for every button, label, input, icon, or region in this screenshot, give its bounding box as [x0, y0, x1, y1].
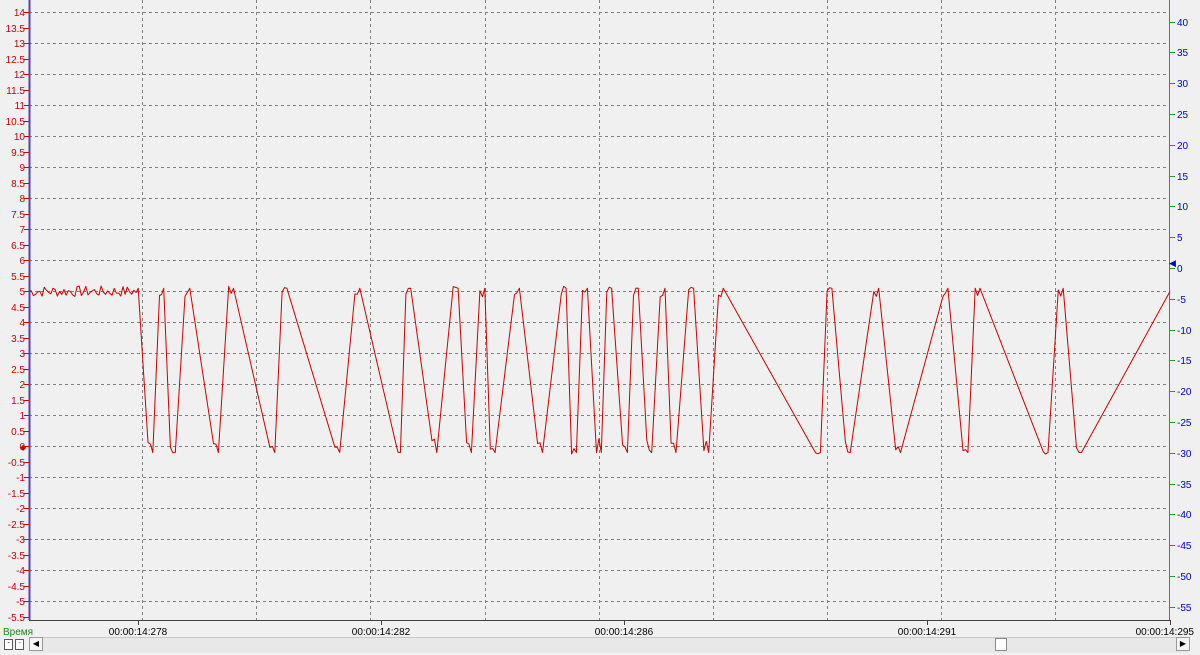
left-tick-label: 3.5: [11, 334, 25, 345]
right-tick-label: -15: [1177, 356, 1192, 367]
left-tick-label: 14: [14, 8, 26, 19]
left-tick-label: -5.5: [8, 613, 26, 624]
left-tick-label: 11.5: [6, 86, 25, 97]
left-tick-label: -0.5: [8, 458, 26, 469]
left-tick-label: 10.5: [6, 117, 26, 128]
right-tick-label: -55: [1177, 603, 1192, 614]
right-tick-label: -30: [1177, 449, 1192, 460]
left-tick-label: 1.5: [11, 396, 25, 407]
left-tick-label: 3: [19, 349, 25, 360]
left-tick-label: 6: [19, 256, 25, 267]
left-tick-label: 5: [19, 287, 25, 298]
right-tick-label: -35: [1177, 480, 1192, 491]
right-zero-marker-icon[interactable]: ◀: [1169, 258, 1176, 268]
left-tick-label: -2.5: [8, 520, 26, 531]
right-tick-label: 15: [1177, 172, 1189, 183]
zoom-out-button[interactable]: -: [4, 639, 13, 650]
left-tick-label: -1.5: [8, 489, 26, 500]
right-tick-label: -20: [1177, 387, 1192, 398]
left-tick-label: 9.5: [11, 148, 25, 159]
left-tick-label: -4.5: [8, 582, 26, 593]
left-tick-label: -2: [16, 504, 25, 515]
left-tick-label: 8: [19, 194, 25, 205]
time-axis-ticks: 00:00:14:278 00:00:14:282 00:00:14:286 00:0…: [109, 620, 1194, 638]
right-tick-label: 35: [1177, 48, 1189, 59]
left-axis-ticks: 1413.51312.51211.51110.5109.598.587.576.…: [6, 8, 29, 624]
left-tick-label: 1: [19, 411, 25, 422]
right-tick-label: 40: [1177, 18, 1189, 29]
scrollbar-thumb[interactable]: [995, 638, 1007, 651]
left-tick-label: 10: [14, 132, 26, 143]
right-tick-label: 10: [1177, 202, 1189, 213]
left-tick-label: -3.5: [8, 551, 26, 562]
left-tick-label: 12: [14, 70, 26, 81]
left-tick-label: -5: [16, 597, 25, 608]
left-tick-label: 7: [19, 225, 25, 236]
left-tick-label: -1: [16, 473, 25, 484]
right-tick-label: 20: [1177, 141, 1189, 152]
left-tick-label: 7.5: [11, 210, 25, 221]
right-axis-ticks: 40 35 30 25 20 15 10 5 0 -5 -10 -15 -20 -25 -30 -35 -40 -…: [1170, 18, 1192, 614]
horizontal-scrollbar[interactable]: [30, 637, 1188, 653]
left-tick-label: 4.5: [11, 303, 25, 314]
right-tick-label: -50: [1177, 572, 1192, 583]
left-tick-label: -4: [16, 566, 25, 577]
right-tick-label: -10: [1177, 326, 1192, 337]
left-zero-marker-icon[interactable]: ◆: [20, 443, 27, 452]
left-tick-label: 12.5: [6, 55, 26, 66]
right-tick-label: -40: [1177, 510, 1192, 521]
left-tick-label: 11: [15, 101, 26, 112]
scroll-left-button[interactable]: ◀: [29, 637, 43, 651]
left-tick-label: 0.5: [11, 427, 25, 438]
left-tick-label: -3: [16, 535, 25, 546]
oscilloscope-chart: 1413.51312.51211.51110.5109.598.587.576.…: [6, 0, 1194, 638]
right-tick-label: 0: [1177, 264, 1183, 275]
left-tick-label: 6.5: [11, 241, 25, 252]
right-tick-label: 5: [1177, 233, 1183, 244]
left-tick-label: 9: [19, 163, 25, 174]
right-tick-label: -45: [1177, 541, 1192, 552]
left-tick-label: 13: [14, 39, 26, 50]
left-tick-label: 4: [19, 318, 25, 329]
left-tick-label: 5.5: [11, 272, 25, 283]
left-tick-label: 2: [19, 380, 25, 391]
right-tick-label: 30: [1177, 79, 1189, 90]
left-tick-label: 13.5: [6, 24, 26, 35]
right-tick-label: 25: [1177, 110, 1189, 121]
right-tick-label: -25: [1177, 418, 1192, 429]
left-tick-label: 8.5: [11, 179, 25, 190]
left-tick-label: 2.5: [11, 365, 25, 376]
right-tick-label: -5: [1177, 295, 1186, 306]
zoom-in-button[interactable]: -: [15, 639, 24, 650]
scroll-right-button[interactable]: ▶: [1176, 637, 1190, 651]
